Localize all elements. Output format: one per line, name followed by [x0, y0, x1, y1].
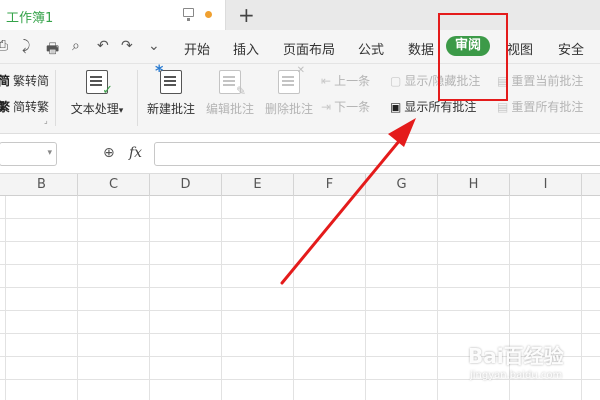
- column-header-h[interactable]: H: [438, 174, 510, 196]
- ribbon-separator: [137, 70, 138, 126]
- print-icon[interactable]: 🖶: [46, 38, 59, 62]
- workbook-tab[interactable]: 工作簿1: [0, 0, 226, 30]
- preview-icon[interactable]: ⌕: [72, 38, 80, 54]
- baidu-watermark: Bai百经验 jingyan.baidu.com: [468, 340, 594, 392]
- show-hide-comment-icon: ▢: [390, 74, 402, 88]
- save-icon[interactable]: ⎙: [0, 38, 8, 54]
- unsaved-dot-icon: [205, 11, 212, 18]
- column-header-f[interactable]: F: [294, 174, 366, 196]
- undo-icon[interactable]: ↶: [97, 38, 109, 54]
- formula-bar: ▾ ⊕ fx: [0, 134, 600, 174]
- text-processing-button[interactable]: 文本处理▾: [67, 70, 127, 117]
- new-comment-icon: [155, 61, 182, 94]
- menu-formulas[interactable]: 公式: [358, 39, 384, 58]
- next-comment-button[interactable]: ⇥ 下一条: [321, 98, 370, 115]
- column-header-e[interactable]: E: [222, 174, 294, 196]
- annotation-highlight-box: [438, 13, 508, 101]
- menu-page-layout[interactable]: 页面布局: [283, 39, 335, 58]
- edit-comment-icon: [219, 70, 246, 98]
- new-tab-button[interactable]: +: [238, 3, 255, 27]
- trad-to-simp-icon: 简: [0, 74, 11, 88]
- workbook-title: 工作簿1: [6, 11, 54, 26]
- menu-insert[interactable]: 插入: [233, 39, 259, 58]
- review-ribbon: 简繁转简 繁简转繁 ⌟ 文本处理▾ 新建批注 编辑批注 删除批注 ⇤上一条 ⇥下…: [0, 61, 600, 134]
- reset-current-comment-button[interactable]: ▤ 重置当前批注: [497, 72, 583, 89]
- simp-to-trad-button[interactable]: 繁简转繁: [0, 98, 49, 115]
- new-comment-button[interactable]: 新建批注: [145, 61, 197, 117]
- previous-comment-button[interactable]: ⇤ 上一条: [321, 72, 370, 89]
- previous-comment-icon: ⇤: [321, 74, 332, 88]
- trad-to-simp-button[interactable]: 简繁转简: [0, 72, 49, 89]
- insert-function-icon[interactable]: fx: [129, 145, 142, 161]
- column-header-d[interactable]: D: [150, 174, 222, 196]
- watermark-url: jingyan.baidu.com: [470, 370, 563, 381]
- simp-to-trad-icon: 繁: [0, 100, 11, 114]
- tab-bar: 工作簿1 +: [0, 0, 600, 30]
- reset-all-comments-icon: ▤: [497, 100, 509, 114]
- watermark-logo: Bai百经验: [468, 344, 564, 368]
- column-header-i[interactable]: I: [510, 174, 582, 196]
- zoom-formula-icon[interactable]: ⊕: [103, 145, 115, 161]
- ribbon-separator: [55, 70, 56, 126]
- edit-comment-button[interactable]: 编辑批注: [204, 70, 256, 117]
- print-preview-icon[interactable]: ⤸: [22, 38, 30, 54]
- delete-comment-button[interactable]: 删除批注: [263, 65, 315, 117]
- redo-icon[interactable]: ↷: [121, 38, 133, 54]
- chevron-down-icon[interactable]: ▾: [47, 148, 52, 158]
- menu-home[interactable]: 开始: [184, 39, 210, 58]
- column-header-c[interactable]: C: [78, 174, 150, 196]
- text-processing-icon: [86, 70, 113, 98]
- next-comment-icon: ⇥: [321, 100, 332, 114]
- column-header-row: B C D E F G H I: [0, 174, 600, 196]
- menu-security[interactable]: 安全: [558, 39, 584, 58]
- monitor-icon[interactable]: [183, 8, 194, 21]
- name-box[interactable]: ▾: [0, 142, 57, 166]
- column-header-b[interactable]: B: [6, 174, 78, 196]
- customize-quick-access-icon[interactable]: ⌄: [148, 38, 160, 54]
- group-expand-icon[interactable]: ⌟: [44, 116, 48, 125]
- menu-bar: ⎙ ⤸ 🖶 ⌕ ↶ ↷ ⌄ 开始 插入 页面布局 公式 数据 审阅 视图 安全: [0, 30, 600, 64]
- menu-view[interactable]: 视图: [507, 39, 533, 58]
- show-all-comments-icon: ▣: [390, 100, 402, 114]
- reset-all-comments-button[interactable]: ▤ 重置所有批注: [497, 98, 583, 115]
- column-header-g[interactable]: G: [366, 174, 438, 196]
- delete-comment-icon: [278, 65, 305, 94]
- menu-data[interactable]: 数据: [408, 39, 434, 58]
- formula-input[interactable]: [154, 142, 600, 166]
